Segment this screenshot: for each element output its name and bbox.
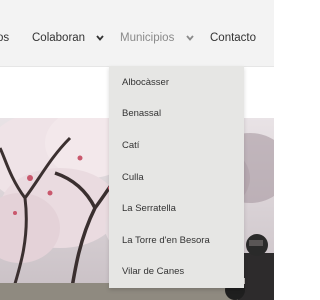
dropdown-item-la-torre-den-besora[interactable]: La Torre d'en Besora — [122, 235, 210, 247]
nav-item-label: Municipios — [120, 32, 175, 44]
municipios-dropdown-menu: Albocàsser Benassal Catí Culla La Serrat… — [109, 66, 244, 288]
nav-item-label: Contacto — [210, 32, 257, 44]
nav-item-label: Colaboran — [32, 32, 86, 44]
dropdown-item-culla[interactable]: Culla — [122, 172, 144, 184]
nav-item-municipios[interactable]: Municipios — [120, 30, 194, 47]
dropdown-item-cati[interactable]: Catí — [122, 140, 139, 152]
nav-item-partial[interactable]: os — [0, 30, 9, 46]
nav-item-colaboran[interactable]: Colaboran — [32, 30, 104, 47]
top-navigation: os Colaboran Municipios Contacto — [0, 0, 274, 67]
dropdown-item-la-serratella[interactable]: La Serratella — [122, 203, 176, 215]
dropdown-item-vilar-de-canes[interactable]: Vilar de Canes — [122, 266, 184, 278]
chevron-down-icon — [96, 31, 104, 47]
dropdown-item-albocasser[interactable]: Albocàsser — [122, 77, 169, 89]
dropdown-item-benassal[interactable]: Benassal — [122, 108, 161, 120]
nav-item-contacto[interactable]: Contacto — [210, 30, 256, 46]
nav-item-label: os — [0, 32, 10, 44]
chevron-down-icon — [185, 31, 194, 47]
